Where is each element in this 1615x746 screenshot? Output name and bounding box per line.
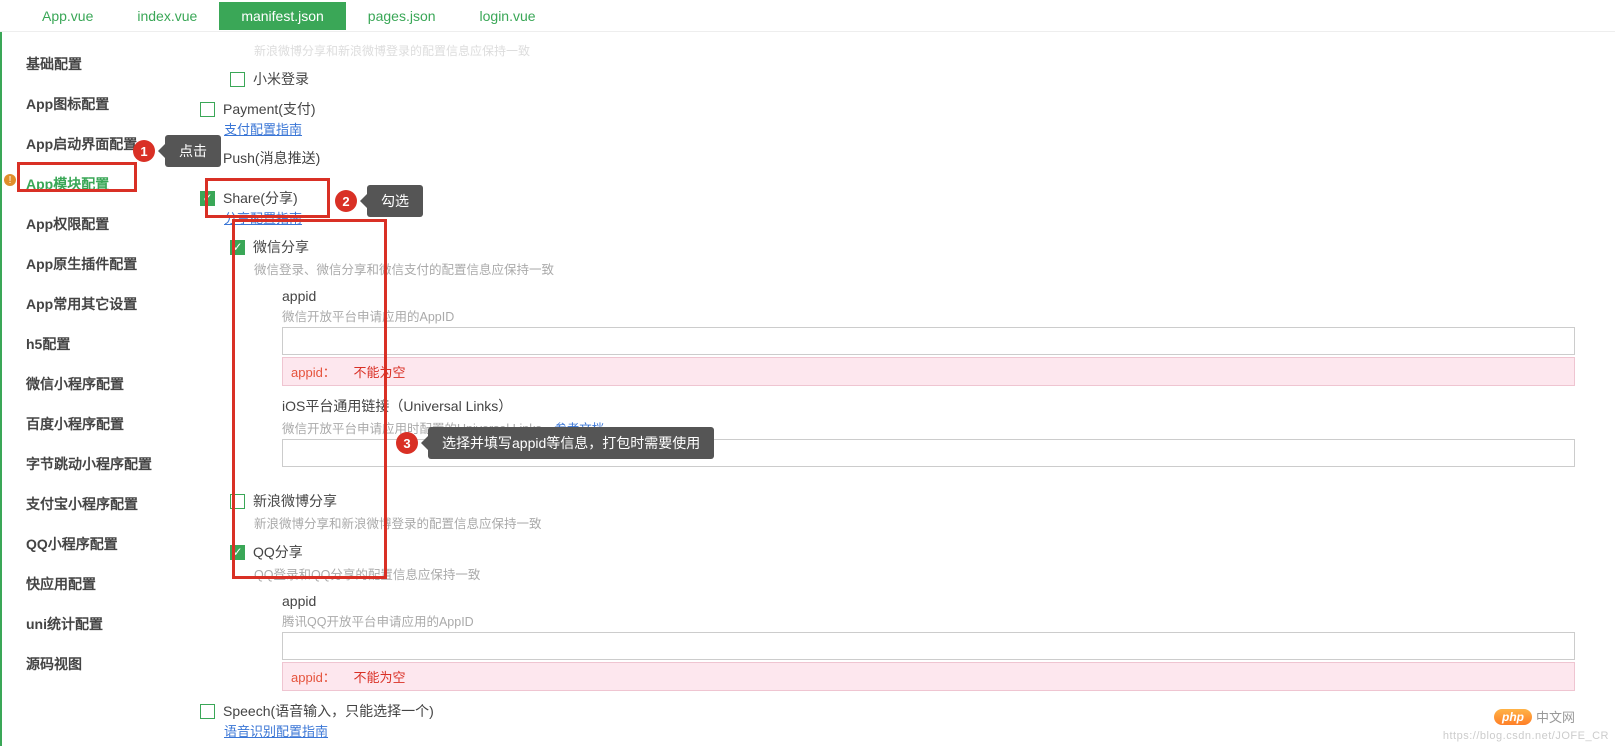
sidebar-item-alipay-mp[interactable]: 支付宝小程序配置: [2, 484, 200, 524]
checkbox-share[interactable]: ✓: [200, 191, 215, 206]
tab-index-vue[interactable]: index.vue: [115, 2, 219, 30]
annotation-1: 1 点击: [133, 135, 221, 167]
sidebar-item-basic[interactable]: 基础配置: [2, 44, 200, 84]
label-qq-appid: appid: [282, 593, 1575, 609]
sidebar-item-uni-stats[interactable]: uni统计配置: [2, 604, 200, 644]
partial-desc-top: 新浪微博分享和新浪微博登录的配置信息应保持一致: [254, 42, 1575, 59]
checkbox-xiaomi-login[interactable]: [230, 72, 245, 87]
sidebar-item-h5[interactable]: h5配置: [2, 324, 200, 364]
tab-pages-json[interactable]: pages.json: [346, 2, 458, 30]
sidebar-item-app-permission[interactable]: App权限配置: [2, 204, 200, 244]
warning-indicator-icon: !: [4, 174, 16, 186]
file-tabs: App.vue index.vue manifest.json pages.js…: [0, 0, 1615, 32]
tab-login-vue[interactable]: login.vue: [458, 2, 558, 30]
annotation-2: 2 勾选: [335, 185, 423, 217]
label-speech: Speech(语音输入，只能选择一个): [223, 701, 434, 721]
sidebar-item-app-native-plugin[interactable]: App原生插件配置: [2, 244, 200, 284]
badge-3-icon: 3: [396, 432, 418, 454]
watermark-text: https://blog.csdn.net/JOFE_CR: [1443, 730, 1609, 742]
label-qq-share: QQ分享: [253, 542, 303, 562]
sidebar-item-wechat-mp[interactable]: 微信小程序配置: [2, 364, 200, 404]
tooltip-2: 勾选: [367, 185, 423, 217]
label-wechat-ulink: iOS平台通用链接（Universal Links）: [282, 396, 1575, 416]
input-qq-appid[interactable]: [282, 632, 1575, 660]
sidebar-item-baidu-mp[interactable]: 百度小程序配置: [2, 404, 200, 444]
tab-manifest-json[interactable]: manifest.json: [219, 2, 345, 30]
label-wechat-appid: appid: [282, 288, 1575, 304]
error-qq-appid: appid： 不能为空: [282, 662, 1575, 691]
link-share-guide[interactable]: 分享配置指南: [224, 211, 302, 226]
desc-qq-share: QQ登录和QQ分享的配置信息应保持一致: [254, 564, 1575, 583]
tooltip-3: 选择并填写appid等信息，打包时需要使用: [428, 427, 714, 459]
hint-wechat-appid: 微信开放平台申请应用的AppID: [282, 306, 1575, 325]
sidebar-item-app-icon[interactable]: App图标配置: [2, 84, 200, 124]
label-weibo-share: 新浪微博分享: [253, 491, 337, 511]
tooltip-1: 点击: [165, 135, 221, 167]
label-payment: Payment(支付): [223, 99, 316, 119]
label-share: Share(分享): [223, 188, 298, 208]
badge-1-icon: 1: [133, 140, 155, 162]
sidebar-item-source-view[interactable]: 源码视图: [2, 644, 200, 684]
checkbox-weibo-share[interactable]: [230, 494, 245, 509]
checkbox-payment[interactable]: [200, 102, 215, 117]
input-wechat-appid[interactable]: [282, 327, 1575, 355]
error-wechat-appid: appid： 不能为空: [282, 357, 1575, 386]
badge-2-icon: 2: [335, 190, 357, 212]
desc-wechat-share: 微信登录、微信分享和微信支付的配置信息应保持一致: [254, 259, 1575, 278]
sidebar-item-app-other[interactable]: App常用其它设置: [2, 284, 200, 324]
content-panel: 新浪微博分享和新浪微博登录的配置信息应保持一致 小米登录 Payment(支付)…: [200, 32, 1615, 746]
hint-qq-appid: 腾讯QQ开放平台申请应用的AppID: [282, 611, 1575, 630]
sidebar-item-qq-mp[interactable]: QQ小程序配置: [2, 524, 200, 564]
link-speech-guide[interactable]: 语音识别配置指南: [224, 724, 328, 739]
label-xiaomi-login: 小米登录: [253, 69, 309, 89]
checkbox-qq-share[interactable]: ✓: [230, 545, 245, 560]
desc-weibo-share: 新浪微博分享和新浪微博登录的配置信息应保持一致: [254, 513, 1575, 532]
tab-app-vue[interactable]: App.vue: [20, 2, 115, 30]
sidebar-item-app-module[interactable]: App模块配置: [2, 164, 200, 204]
annotation-3: 3 选择并填写appid等信息，打包时需要使用: [396, 427, 714, 459]
sidebar-item-bytedance-mp[interactable]: 字节跳动小程序配置: [2, 444, 200, 484]
label-push: Push(消息推送): [223, 148, 320, 168]
checkbox-wechat-share[interactable]: ✓: [230, 240, 245, 255]
link-payment-guide[interactable]: 支付配置指南: [224, 122, 302, 137]
checkbox-speech[interactable]: [200, 704, 215, 719]
sidebar-item-quickapp[interactable]: 快应用配置: [2, 564, 200, 604]
label-wechat-share: 微信分享: [253, 237, 309, 257]
